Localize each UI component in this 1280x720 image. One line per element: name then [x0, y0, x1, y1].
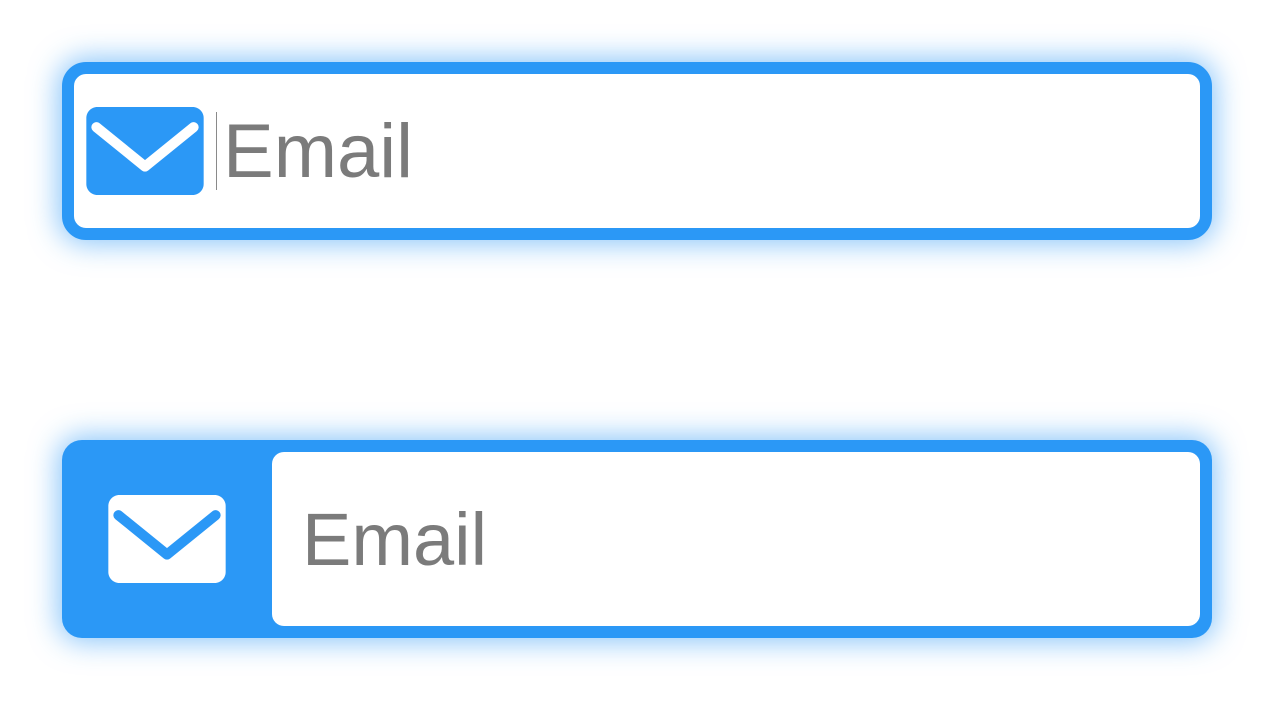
email-input-container: [272, 452, 1200, 626]
envelope-icon: [62, 440, 272, 638]
email-field-filled[interactable]: [62, 440, 1212, 638]
email-input[interactable]: [223, 74, 1200, 228]
envelope-icon: [74, 107, 216, 195]
email-field-outline[interactable]: [62, 62, 1212, 240]
email-input[interactable]: [300, 452, 1172, 626]
text-caret: [216, 112, 217, 190]
